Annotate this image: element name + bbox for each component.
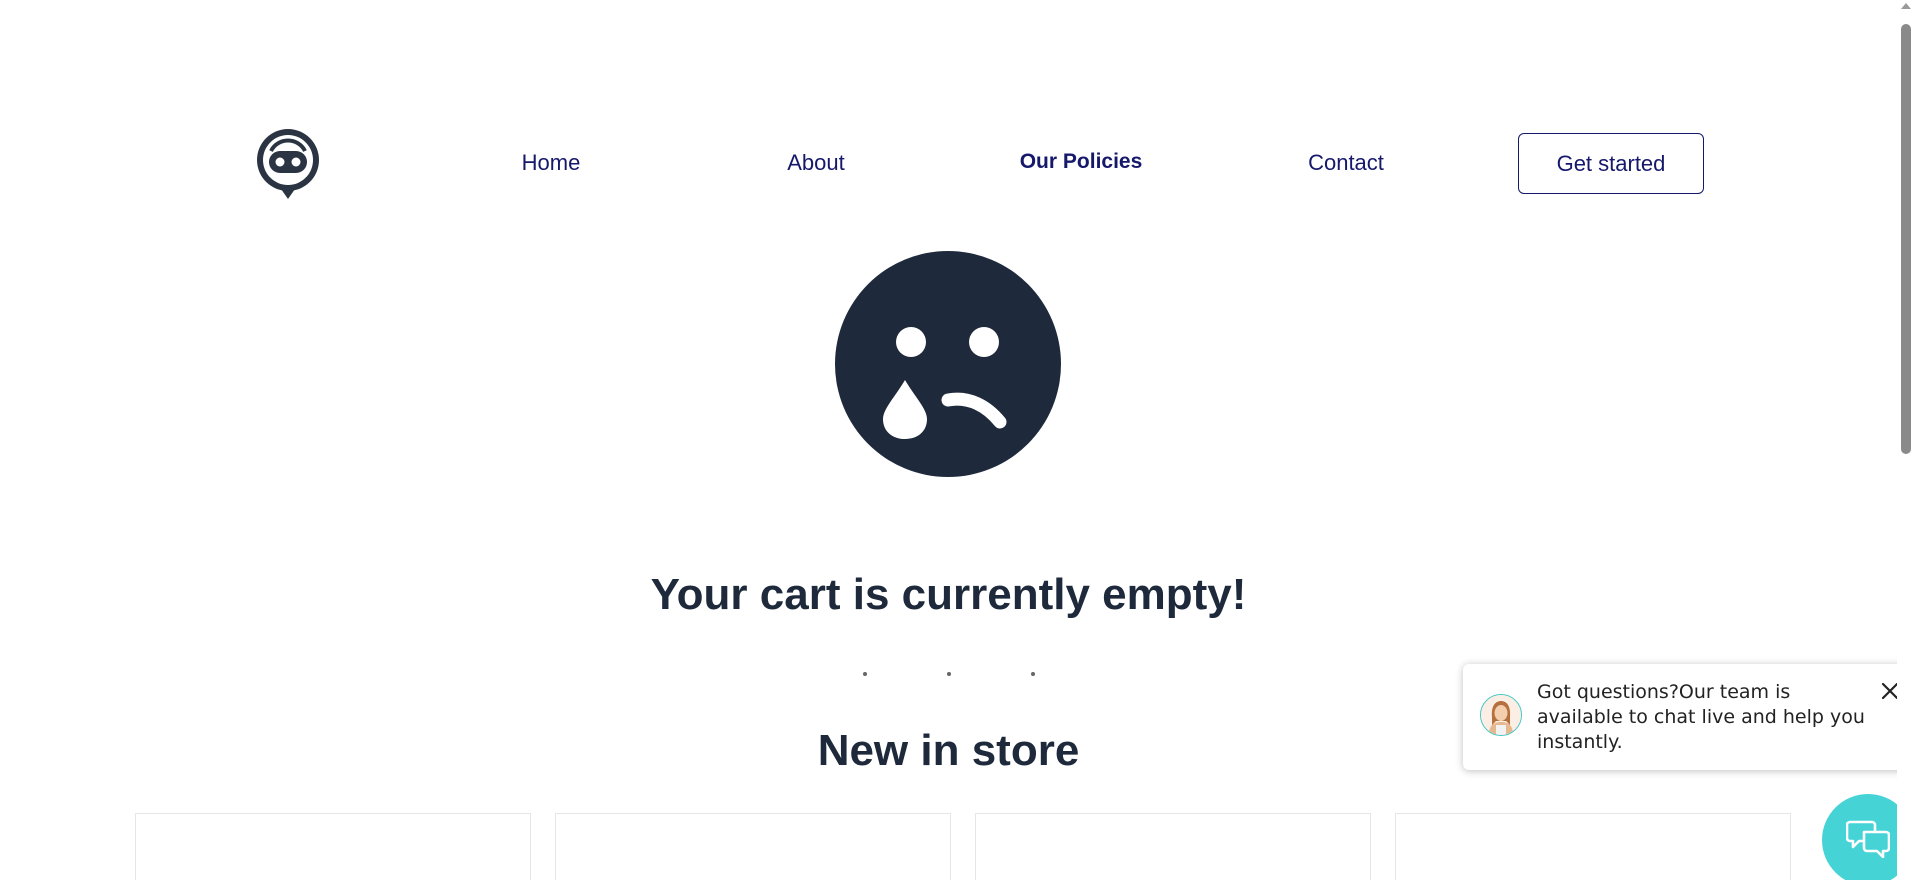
sad-crying-face-icon xyxy=(835,251,1061,477)
get-started-button[interactable]: Get started xyxy=(1518,133,1704,194)
empty-cart-heading: Your cart is currently empty! xyxy=(650,570,1247,619)
product-card[interactable] xyxy=(135,813,531,880)
separator-dot xyxy=(947,672,951,676)
page: Home About Our Policies Contact Get star… xyxy=(0,0,1915,880)
nav-contact[interactable]: Contact xyxy=(1308,150,1384,176)
product-card[interactable] xyxy=(1395,813,1791,880)
separator-dot xyxy=(1031,672,1035,676)
chat-message: Got questions?Our team is available to c… xyxy=(1537,681,1865,753)
nav-our-policies[interactable]: Our Policies xyxy=(1020,150,1143,174)
chat-bubbles-icon xyxy=(1846,820,1890,858)
page-scrollbar[interactable] xyxy=(1897,0,1915,880)
robot-logo-icon[interactable] xyxy=(254,127,322,201)
agent-avatar-icon xyxy=(1481,695,1521,735)
chat-popup[interactable]: Got questions?Our team is available to c… xyxy=(1463,664,1913,770)
nav-home[interactable]: Home xyxy=(522,150,581,176)
separator-dot xyxy=(863,672,867,676)
scroll-up-arrow-icon[interactable] xyxy=(1901,3,1911,9)
product-card[interactable] xyxy=(555,813,951,880)
scrollbar-thumb[interactable] xyxy=(1901,24,1911,454)
nav-about[interactable]: About xyxy=(787,150,845,176)
product-card[interactable] xyxy=(975,813,1371,880)
agent-avatar xyxy=(1480,694,1522,736)
